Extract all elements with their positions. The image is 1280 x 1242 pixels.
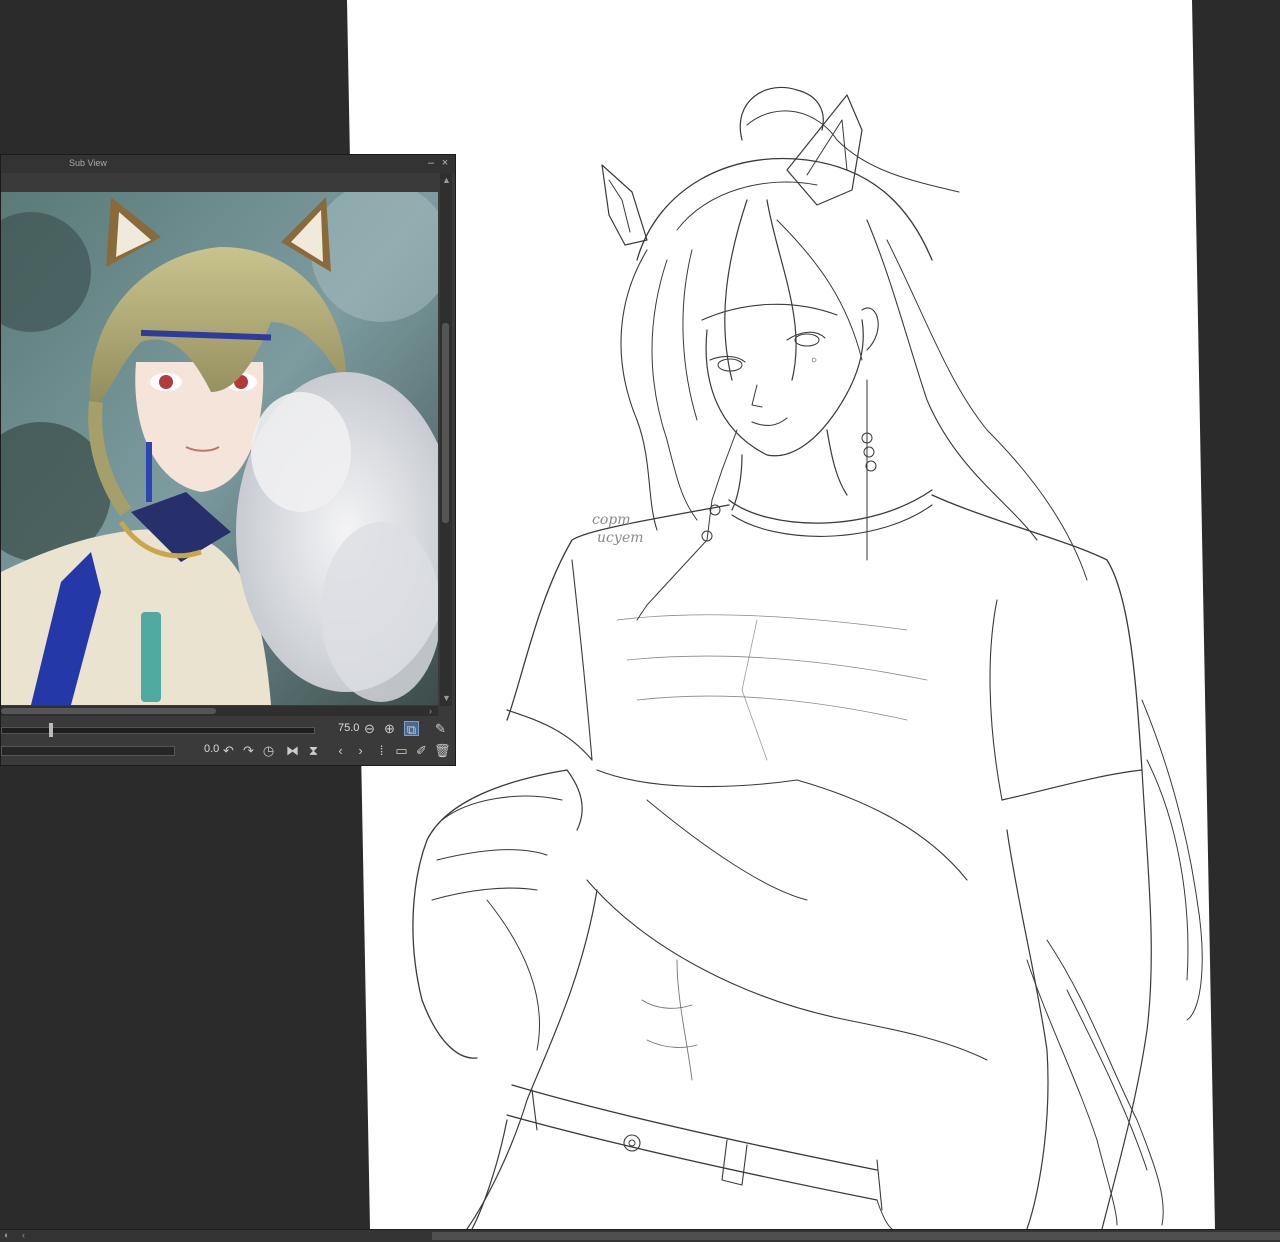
- rotation-value: 0.0: [204, 743, 220, 755]
- open-folder-icon[interactable]: ▭: [394, 743, 409, 758]
- rotate-right-icon[interactable]: ↷: [241, 743, 256, 758]
- reference-image-art: [1, 192, 438, 705]
- zoom-out-icon[interactable]: ⊖: [362, 721, 377, 736]
- eyedropper-icon[interactable]: ✎: [433, 721, 448, 736]
- rotation-controls-row: 0.0 ↶ ↷ ◷ ⧓ ⧗ ‹ › ⁞ ▭ ✐ 🗑: [1, 740, 455, 762]
- scroll-left-icon[interactable]: ‹: [22, 1230, 25, 1240]
- reference-image[interactable]: [1, 192, 438, 705]
- thumbnail-grid-icon[interactable]: ⁞: [374, 743, 389, 758]
- sub-view-title: Sub View: [69, 158, 107, 168]
- reset-rotation-icon[interactable]: ◷: [261, 743, 276, 758]
- sub-view-vertical-scrollbar[interactable]: ▲ ▼: [440, 173, 452, 706]
- sub-view-panel[interactable]: Sub View – × ▲ ▼ › 75.0 ⊖ ⊕ ⧉ ✎ 0.0 ↶ ↷ …: [0, 154, 456, 766]
- rotation-slider[interactable]: [1, 746, 175, 756]
- canvas-scroll-thumb[interactable]: [432, 1232, 1280, 1240]
- zoom-controls-row: 75.0 ⊖ ⊕ ⧉ ✎: [1, 718, 455, 740]
- vertical-scroll-thumb[interactable]: [442, 323, 449, 523]
- navigator-icon[interactable]: ◐: [4, 1230, 9, 1240]
- horizontal-scroll-thumb[interactable]: [1, 708, 216, 714]
- scroll-right-icon[interactable]: ›: [429, 706, 432, 716]
- next-icon[interactable]: ›: [353, 743, 368, 758]
- flip-horizontal-icon[interactable]: ⧓: [285, 743, 300, 758]
- close-icon[interactable]: ×: [439, 157, 451, 169]
- canvas-horizontal-scrollbar[interactable]: ◐ ‹: [0, 1229, 1280, 1242]
- zoom-value: 75.0: [338, 722, 360, 734]
- previous-icon[interactable]: ‹: [333, 743, 348, 758]
- zoom-slider-knob[interactable]: [49, 723, 53, 737]
- edit-icon[interactable]: ✐: [414, 743, 429, 758]
- scroll-up-icon[interactable]: ▲: [442, 175, 451, 185]
- flip-vertical-icon[interactable]: ⧗: [306, 743, 321, 758]
- scroll-down-icon[interactable]: ▼: [442, 693, 451, 703]
- sub-view-toolbar: [1, 173, 455, 191]
- delete-icon[interactable]: 🗑: [434, 743, 451, 758]
- fit-view-icon[interactable]: ⧉: [404, 721, 419, 737]
- zoom-in-icon[interactable]: ⊕: [382, 721, 397, 736]
- watermark-line-2: исует: [597, 530, 644, 546]
- sub-view-horizontal-scrollbar[interactable]: ›: [1, 706, 438, 716]
- minimize-icon[interactable]: –: [425, 157, 437, 169]
- sketch-drawing: сорт исует: [412, 86, 1203, 1229]
- zoom-slider[interactable]: [1, 723, 315, 737]
- sub-view-title-bar[interactable]: Sub View – ×: [1, 155, 455, 174]
- watermark-line-1: сорт: [592, 512, 631, 528]
- rotate-left-icon[interactable]: ↶: [221, 743, 236, 758]
